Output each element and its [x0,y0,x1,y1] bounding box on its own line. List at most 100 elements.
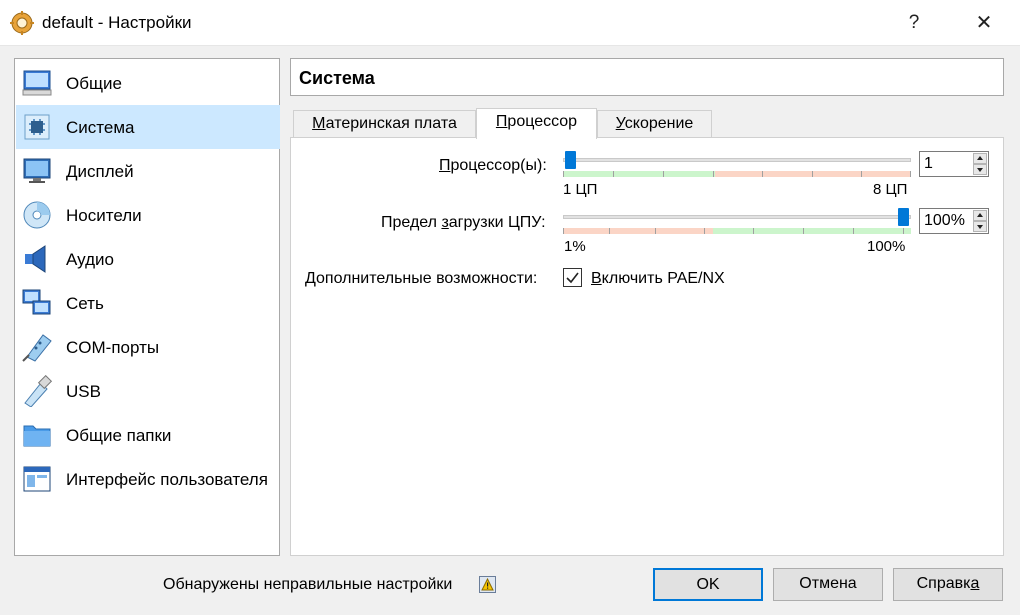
execution-cap-slider-track[interactable] [563,215,911,219]
tick [903,228,904,234]
cancel-button[interactable]: Отмена [773,568,883,601]
sidebar-item-network[interactable]: Сеть [16,281,280,325]
tick [910,171,911,177]
serial-ports-icon [22,334,52,362]
cpu-count-value: 1 [924,155,933,172]
sidebar-item-label: COM-порты [66,338,160,357]
sidebar-item-serial-ports[interactable]: COM-порты [16,325,280,369]
tick [655,228,656,234]
cap-max-label: 100% [867,238,906,255]
user-interface-icon [23,466,51,492]
tick [812,171,813,177]
sidebar-item-user-interface[interactable]: Интерфейс пользователя [16,457,280,501]
spin-buttons [973,153,987,175]
tab-acceleration[interactable]: Ускорение [597,110,712,138]
virtualbox-gear-icon [10,11,34,35]
tick [803,228,804,234]
tab-label: атеринская плата [325,115,457,132]
sidebar-item-shared-folders[interactable]: Общие папки [16,413,280,457]
sidebar-item-display[interactable]: Дисплей [16,149,280,193]
close-button[interactable]: ✕ [962,8,1006,38]
window-title: default - Настройки [42,13,192,32]
sidebar-item-label: Общие папки [66,426,172,445]
system-icon [24,114,50,140]
sidebar-item-audio[interactable]: Аудио [16,237,280,281]
tick [609,228,610,234]
processor-tab-panel [290,137,1004,556]
execution-cap-label: Предел загрузки ЦПУ: [381,214,546,232]
sidebar-item-label: Интерфейс пользователя [66,470,268,489]
ok-button[interactable]: OK [653,568,763,601]
pae-nx-checkbox[interactable] [563,268,582,287]
cpu-max-label: 8 ЦП [873,181,908,198]
execution-cap-spinbox[interactable]: 100% [919,208,989,234]
network-icon [22,289,51,315]
general-icon [22,70,52,96]
sidebar-item-system[interactable]: Система [16,105,280,149]
tick [713,171,714,177]
help-label: Справк [916,575,971,592]
cpu-min-label: 1 ЦП [563,181,598,198]
extended-features-label: Дополнительные возможности: [305,270,538,287]
pae-label-text: ключить PAE/NX [601,270,725,287]
cpu-scale-green [563,171,715,177]
tab-processor[interactable]: Процессор [476,108,597,139]
execution-cap-value: 100% [924,212,965,229]
sidebar-item-label: USB [66,382,101,401]
tab-mnemonic: У [615,115,625,132]
cap-label-mnemonic: з [441,214,449,231]
cap-scale-green [713,228,911,234]
cpu-label-text: роцессор(ы): [450,157,547,174]
sidebar-item-label: Система [66,118,135,137]
tick [853,228,854,234]
tab-motherboard[interactable]: Материнская плата [293,110,476,138]
sidebar-item-label: Аудио [66,250,114,269]
sidebar-item-label: Общие [66,74,122,93]
storage-icon [23,201,51,229]
warning-icon[interactable] [479,576,496,593]
spin-up-button[interactable] [973,153,987,164]
cpu-count-label: Процессор(ы): [439,157,547,175]
tick [663,171,664,177]
tick [753,228,754,234]
tick [563,228,564,234]
cap-scale-red [563,228,713,234]
cpu-count-scale [563,171,911,177]
display-icon [23,158,51,183]
settings-category-list: Общие Система Дисплей Носители Аудио Сет… [14,58,280,556]
pae-nx-label[interactable]: Включить PAE/NX [591,270,725,288]
spin-down-button[interactable] [973,164,987,175]
cpu-scale-red [715,171,911,177]
invalid-settings-warning: Обнаружены неправильные настройки [163,576,453,593]
cpu-label-mnemonic: П [439,157,451,174]
execution-cap-slider-handle[interactable] [898,208,909,226]
cap-label-text: Предел [381,214,442,231]
help-mnemonic: а [970,575,980,592]
cpu-count-spinbox[interactable]: 1 [919,151,989,177]
tick [861,171,862,177]
audio-icon [25,245,46,273]
help-dialog-button[interactable]: Справка [893,568,1003,601]
spin-up-button[interactable] [973,210,987,221]
sidebar-item-usb[interactable]: USB [16,369,280,413]
tab-mnemonic: М [312,115,326,132]
cpu-count-slider-track[interactable] [563,158,911,162]
sidebar-item-general[interactable]: Общие [16,61,280,105]
cpu-count-slider-handle[interactable] [565,151,576,169]
spin-buttons [973,210,987,232]
tick [563,171,564,177]
tab-mnemonic: П [495,113,508,130]
execution-cap-scale [563,228,911,234]
help-button[interactable]: ? [892,8,936,38]
sidebar-item-label: Сеть [66,294,104,313]
title-bar: default - Настройки ? ✕ [0,0,1020,46]
spin-down-button[interactable] [973,221,987,232]
sidebar-item-label: Носители [66,206,142,225]
tick [762,171,763,177]
cap-min-label: 1% [564,238,586,255]
tab-label: роцессор [507,113,578,130]
cap-label-text: агрузки ЦПУ: [448,214,546,231]
page-title: Система [290,58,1004,96]
sidebar-item-storage[interactable]: Носители [16,193,280,237]
sidebar-item-label: Дисплей [66,162,134,181]
